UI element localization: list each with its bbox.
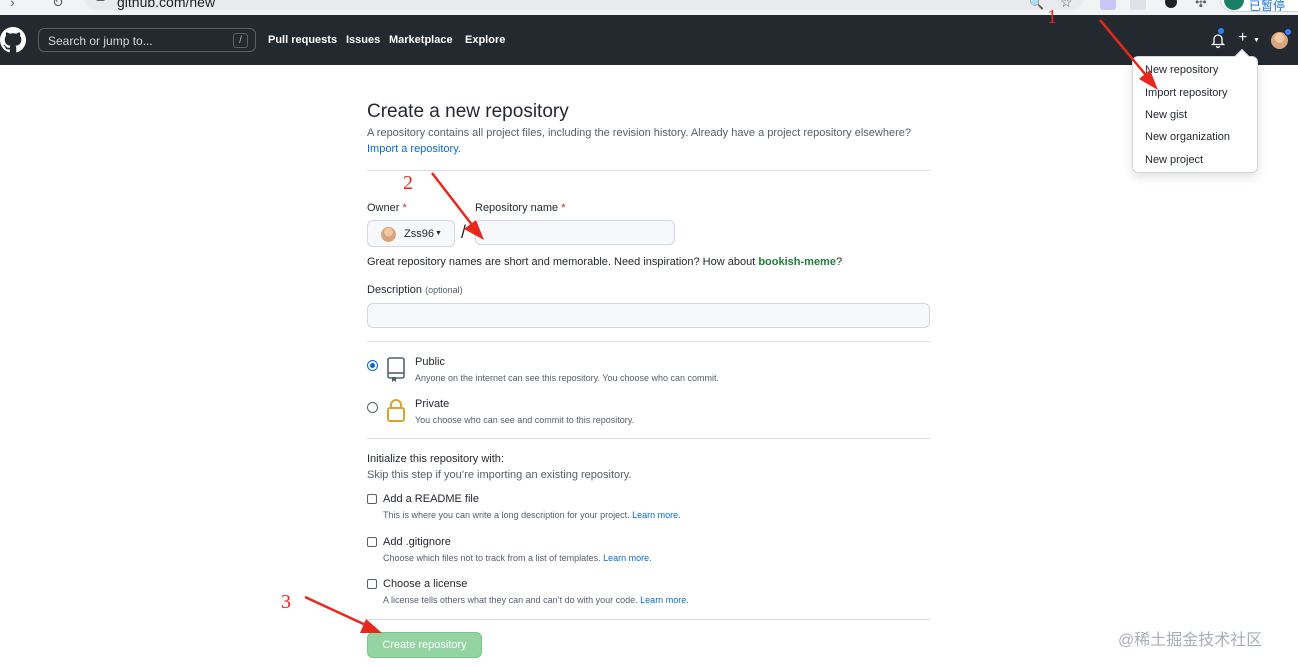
name-suggestion[interactable]: bookish-meme: [758, 256, 836, 268]
learn-more-link[interactable]: Learn more.: [632, 510, 681, 520]
profile-avatar: [1224, 0, 1244, 10]
annotation-step-1: 1: [1047, 6, 1057, 28]
visibility-public-title: Public: [415, 356, 445, 368]
description-input[interactable]: [367, 303, 930, 328]
search-placeholder: Search or jump to...: [48, 34, 153, 48]
chevron-down-icon[interactable]: ▼: [1253, 37, 1260, 44]
divider: [367, 619, 930, 620]
address-bar[interactable]: github.com/new 🔍 ☆: [84, 0, 1084, 10]
lock-icon: [96, 0, 105, 1]
search-shortcut-key: /: [233, 33, 248, 48]
annotation-step-3: 3: [281, 591, 291, 613]
repository-name-label: Repository name *: [475, 202, 566, 214]
nav-marketplace[interactable]: Marketplace: [389, 34, 453, 46]
puzzle-icon[interactable]: ✣: [1195, 0, 1207, 11]
lock-icon: [387, 399, 405, 422]
avatar-status-dot: [1284, 28, 1292, 36]
browser-toolbar: › ↻ github.com/new 🔍 ☆ ✣ 已暂停: [0, 0, 1298, 15]
owner-avatar: [381, 227, 396, 242]
key-icon[interactable]: 🔍: [1029, 0, 1044, 10]
extension-icon[interactable]: [1130, 0, 1146, 10]
star-icon[interactable]: ☆: [1060, 0, 1073, 11]
menu-item-new-project[interactable]: New project: [1145, 154, 1203, 166]
extension-icon[interactable]: [1165, 0, 1177, 8]
add-readme-description: This is where you can write a long descr…: [383, 510, 681, 520]
owner-name: Zss96: [404, 228, 434, 240]
nav-pull-requests[interactable]: Pull requests: [268, 34, 337, 46]
visibility-public-description: Anyone on the internet can see this repo…: [415, 373, 720, 383]
choose-license-checkbox[interactable]: [367, 579, 377, 589]
import-repository-link[interactable]: Import a repository.: [367, 143, 461, 155]
menu-item-new-repository[interactable]: New repository: [1145, 64, 1218, 76]
choose-license-description: A license tells others what they can and…: [383, 595, 689, 605]
required-mark: *: [561, 202, 566, 214]
add-readme-title: Add a README file: [383, 493, 479, 505]
owner-select[interactable]: Zss96 ▼: [367, 220, 455, 247]
add-gitignore-checkbox[interactable]: [367, 537, 377, 547]
create-new-plus-icon[interactable]: +: [1238, 29, 1247, 47]
owner-repo-separator: /: [461, 222, 467, 242]
divider: [367, 438, 930, 439]
learn-more-link[interactable]: Learn more.: [603, 553, 652, 563]
search-input[interactable]: Search or jump to... /: [38, 28, 256, 52]
divider: [367, 341, 930, 342]
add-gitignore-description: Choose which files not to track from a l…: [383, 553, 652, 563]
repository-name-input[interactable]: [475, 220, 675, 245]
add-gitignore-title: Add .gitignore: [383, 536, 451, 548]
menu-item-new-organization[interactable]: New organization: [1145, 131, 1230, 143]
learn-more-link[interactable]: Learn more.: [640, 595, 689, 605]
visibility-private-description: You choose who can see and commit to thi…: [415, 415, 635, 425]
notification-indicator: [1217, 27, 1225, 35]
visibility-private-radio[interactable]: [367, 402, 378, 413]
page: › ↻ github.com/new 🔍 ☆ ✣ 已暂停 Search or j…: [0, 0, 1298, 666]
create-repository-button[interactable]: Create repository: [367, 632, 482, 658]
repo-icon: [387, 357, 405, 382]
extension-icon[interactable]: [1100, 0, 1116, 10]
github-header: Search or jump to... / Pull requests Iss…: [0, 15, 1298, 65]
visibility-private-title: Private: [415, 398, 450, 410]
reload-icon[interactable]: ↻: [52, 0, 64, 11]
nav-explore[interactable]: Explore: [465, 34, 505, 46]
required-mark: *: [402, 202, 407, 214]
add-readme-checkbox[interactable]: [367, 494, 377, 504]
page-title: Create a new repository: [367, 101, 569, 122]
watermark: @稀土掘金技术社区: [1118, 632, 1263, 649]
github-logo-icon[interactable]: [0, 27, 26, 53]
profile-name: 已暂停: [1249, 0, 1286, 12]
profile-button[interactable]: 已暂停: [1220, 0, 1298, 12]
visibility-public-radio[interactable]: [367, 360, 378, 371]
init-subheading: Skip this step if you’re importing an ex…: [367, 469, 632, 481]
menu-item-import-repository[interactable]: Import repository: [1145, 87, 1228, 99]
forward-icon[interactable]: ›: [10, 0, 15, 10]
page-subtitle: A repository contains all project files,…: [367, 127, 911, 139]
address-bar-url: github.com/new: [117, 0, 216, 10]
repository-name-hint: Great repository names are short and mem…: [367, 256, 843, 268]
create-new-dropdown: New repository Import repository New gis…: [1132, 48, 1258, 173]
nav-issues[interactable]: Issues: [346, 34, 380, 46]
init-heading: Initialize this repository with:: [367, 453, 504, 465]
annotation-arrow-3: [304, 595, 371, 629]
annotation-arrows: [304, 19, 1158, 633]
annotation-step-2: 2: [403, 172, 413, 194]
description-label: Description (optional): [367, 284, 463, 296]
divider: [367, 170, 930, 171]
owner-label: Owner *: [367, 202, 407, 214]
choose-license-title: Choose a license: [383, 578, 468, 590]
arrowhead-icon: [360, 619, 382, 633]
chevron-down-icon: ▼: [435, 230, 442, 237]
menu-item-new-gist[interactable]: New gist: [1145, 109, 1187, 121]
optional-tag: (optional): [425, 285, 463, 295]
